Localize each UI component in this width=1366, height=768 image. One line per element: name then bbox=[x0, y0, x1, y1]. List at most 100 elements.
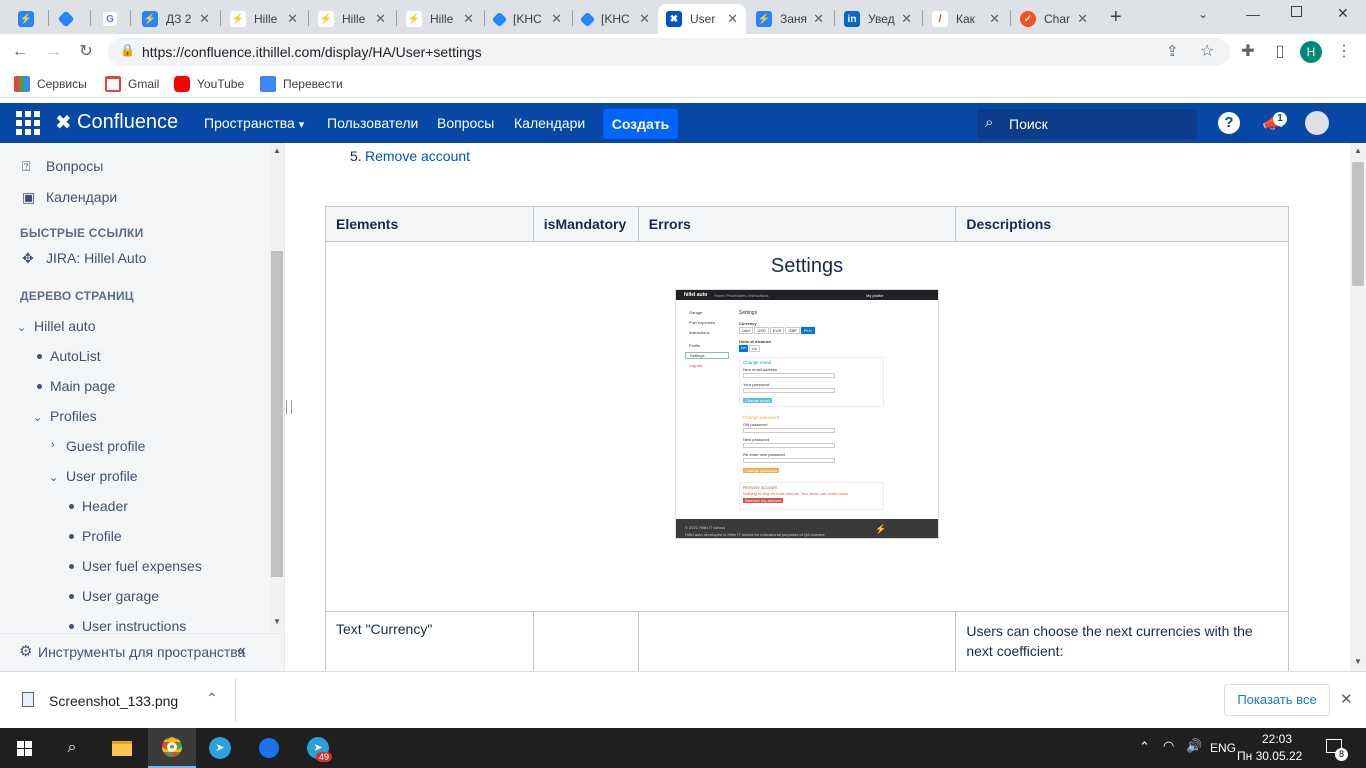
nav-users[interactable]: Пользователи bbox=[327, 115, 418, 131]
tree-item-garage[interactable]: User garage bbox=[82, 588, 159, 604]
sidepanel-icon[interactable]: ▯ bbox=[1270, 42, 1290, 62]
nav-calendars[interactable]: Календари bbox=[514, 115, 585, 131]
chevron-up-icon[interactable]: ⌃ bbox=[1139, 739, 1150, 755]
tab-7[interactable]: ⚡ Hille ✕ bbox=[398, 4, 482, 34]
close-icon[interactable]: ✕ bbox=[551, 11, 562, 27]
clock-date[interactable]: Пн 30.05.22 bbox=[1237, 749, 1302, 763]
tab-14[interactable]: ✓ Char ✕ bbox=[1012, 4, 1096, 34]
help-icon[interactable]: ? bbox=[1218, 112, 1240, 134]
remove-account-link[interactable]: Remove account bbox=[365, 148, 470, 164]
chrome-icon[interactable] bbox=[148, 728, 196, 768]
chevron-right-icon[interactable]: › bbox=[51, 439, 55, 451]
settings-screenshot-image[interactable]: hillel auto Home Procedures Instructions… bbox=[675, 289, 939, 539]
tab-1[interactable]: ⚡ bbox=[10, 4, 46, 34]
close-icon[interactable]: ✕ bbox=[463, 11, 474, 27]
menu-icon[interactable]: ⋮ bbox=[1334, 42, 1354, 62]
tree-item-instructions[interactable]: User instructions bbox=[82, 618, 186, 634]
tab-13[interactable]: / Как ✕ bbox=[924, 4, 1008, 34]
reload-icon[interactable]: ↻ bbox=[76, 42, 96, 62]
scroll-down-icon[interactable]: ▼ bbox=[1354, 657, 1362, 666]
sidebar-scrollbar-thumb[interactable] bbox=[271, 251, 283, 577]
tab-11[interactable]: ⚡ Заня ✕ bbox=[748, 4, 832, 34]
profile-avatar[interactable]: H bbox=[1300, 41, 1322, 63]
collapse-sidebar-icon[interactable]: « bbox=[237, 642, 246, 660]
close-icon[interactable]: ✕ bbox=[989, 11, 1000, 27]
scroll-up-icon[interactable]: ▲ bbox=[1354, 146, 1362, 155]
chevron-down-icon[interactable]: ⌄ bbox=[17, 321, 26, 334]
chevron-down-icon[interactable]: ⌄ bbox=[49, 471, 58, 484]
tab-3[interactable]: G bbox=[94, 4, 130, 34]
search-icon[interactable]: ⌕ bbox=[48, 728, 96, 768]
create-button[interactable]: Создать bbox=[603, 109, 678, 139]
tree-item-main-page[interactable]: Main page bbox=[50, 378, 115, 394]
telegram-icon[interactable]: ➤ bbox=[294, 728, 342, 768]
close-icon[interactable]: ✕ bbox=[287, 11, 298, 27]
tab-2[interactable] bbox=[52, 4, 88, 34]
close-window-icon[interactable]: ✕ bbox=[1337, 5, 1349, 22]
scroll-down-icon[interactable]: ▼ bbox=[273, 617, 281, 626]
maps-icon[interactable] bbox=[245, 728, 293, 768]
bookmark-apps[interactable]: Сервисы bbox=[14, 76, 87, 92]
close-icon[interactable]: ✕ bbox=[813, 11, 824, 27]
wifi-icon[interactable]: ◠ bbox=[1163, 738, 1174, 754]
close-icon[interactable]: ✕ bbox=[375, 11, 386, 27]
maximize-icon[interactable] bbox=[1291, 6, 1302, 17]
tab-search-icon[interactable]: ⌄ bbox=[1198, 7, 1208, 21]
confluence-logo[interactable]: Confluence bbox=[77, 111, 178, 134]
bookmark-youtube[interactable]: YouTube bbox=[174, 76, 244, 92]
chevron-down-icon[interactable]: ⌄ bbox=[33, 411, 42, 424]
user-avatar[interactable] bbox=[1305, 111, 1329, 135]
tab-9[interactable]: [KHC ✕ bbox=[574, 4, 658, 34]
bookmark-translate[interactable]: Перевести bbox=[260, 76, 343, 92]
search-input[interactable]: ⌕ Поиск bbox=[977, 109, 1197, 139]
sidebar-resize-handle[interactable] bbox=[286, 400, 292, 414]
sidebar-item-jira[interactable]: JIRA: Hillel Auto bbox=[46, 250, 146, 266]
start-button[interactable] bbox=[0, 728, 48, 768]
clock-time[interactable]: 22:03 bbox=[1262, 732, 1292, 746]
confluence-logo-icon[interactable]: ✖ bbox=[55, 110, 72, 135]
telegram-icon[interactable]: ➤ bbox=[196, 728, 244, 768]
back-icon[interactable]: ← bbox=[10, 42, 30, 62]
tree-item-guest-profile[interactable]: Guest profile bbox=[66, 438, 145, 454]
tree-item-autolist[interactable]: AutoList bbox=[50, 348, 101, 364]
app-switcher-icon[interactable] bbox=[16, 111, 40, 135]
close-icon[interactable]: ✕ bbox=[639, 11, 650, 27]
close-icon[interactable]: ✕ bbox=[901, 11, 912, 27]
sidebar-item-calendars[interactable]: Календари bbox=[46, 189, 117, 205]
show-all-button[interactable]: Показать все bbox=[1224, 684, 1330, 716]
tab-8[interactable]: [KHC ✕ bbox=[486, 4, 570, 34]
share-icon[interactable]: ⇪ bbox=[1166, 42, 1179, 60]
tree-item-hillel-auto[interactable]: Hillel auto bbox=[34, 318, 95, 334]
close-icon[interactable]: ✕ bbox=[1077, 11, 1088, 27]
tree-item-profile[interactable]: Profile bbox=[82, 528, 122, 544]
new-tab-icon[interactable]: + bbox=[1110, 6, 1122, 29]
tab-5[interactable]: ⚡ Hille ✕ bbox=[222, 4, 306, 34]
scroll-up-icon[interactable]: ▲ bbox=[273, 146, 281, 155]
tree-item-profiles[interactable]: Profiles bbox=[50, 408, 97, 424]
tab-12[interactable]: in Увед ✕ bbox=[836, 4, 920, 34]
volume-icon[interactable]: 🔊 bbox=[1186, 738, 1202, 754]
sidebar-item-questions[interactable]: Вопросы bbox=[46, 158, 103, 174]
tab-4[interactable]: ⚡ ДЗ 2 ✕ bbox=[134, 4, 218, 34]
chevron-up-icon[interactable]: ⌃ bbox=[206, 690, 218, 707]
language-indicator[interactable]: ENG bbox=[1210, 741, 1236, 755]
forward-icon[interactable]: → bbox=[44, 42, 64, 62]
tree-item-header[interactable]: Header bbox=[82, 498, 128, 514]
minimize-icon[interactable]: — bbox=[1246, 6, 1260, 22]
tab-active[interactable]: ✖ User ✕ bbox=[658, 4, 746, 34]
file-explorer-icon[interactable] bbox=[98, 728, 146, 768]
extensions-icon[interactable]: ✚ bbox=[1238, 42, 1258, 62]
close-icon[interactable]: ✕ bbox=[727, 11, 738, 27]
nav-spaces[interactable]: Пространства ▾ bbox=[204, 115, 304, 131]
space-tools-button[interactable]: Инструменты для пространства bbox=[38, 644, 245, 660]
download-filename[interactable]: Screenshot_133.png bbox=[49, 693, 178, 709]
close-icon[interactable]: ✕ bbox=[1340, 690, 1353, 708]
tree-item-fuel-expenses[interactable]: User fuel expenses bbox=[82, 558, 202, 574]
nav-questions[interactable]: Вопросы bbox=[437, 115, 494, 131]
page-scrollbar-thumb[interactable] bbox=[1352, 162, 1364, 286]
bookmark-star-icon[interactable]: ☆ bbox=[1200, 41, 1214, 61]
close-icon[interactable]: ✕ bbox=[199, 11, 210, 27]
address-bar[interactable]: 🔒 https://confluence.ithillel.com/displa… bbox=[108, 38, 1230, 66]
tree-item-user-profile[interactable]: User profile bbox=[66, 468, 138, 484]
tab-6[interactable]: ⚡ Hille ✕ bbox=[310, 4, 394, 34]
